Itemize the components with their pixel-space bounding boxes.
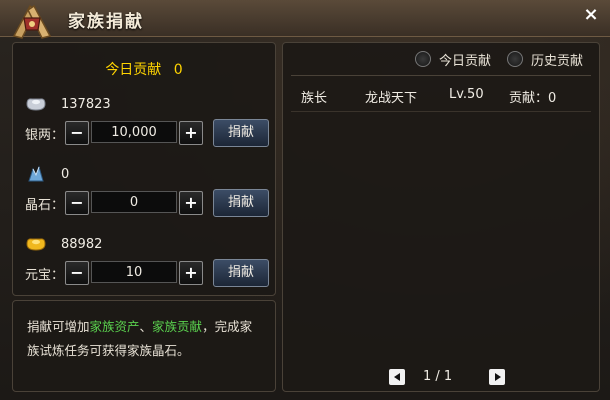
family-emblem-icon — [12, 4, 52, 39]
today-contribution: 今日贡献 0 — [13, 59, 275, 79]
tip-text: 捐献可增加家族资产、家族贡献，完成家族试炼任务可获得家族晶石。 — [27, 319, 253, 358]
crystal-minus-button[interactable]: − — [65, 191, 89, 215]
donate-panel: 今日贡献 0 137823 银两： − 10,000 + 捐献 0 晶石： − … — [12, 42, 276, 296]
member-name: 龙战天下 — [365, 91, 418, 106]
tip-highlight-contribution: 家族贡献 — [152, 319, 203, 334]
tip-panel: 捐献可增加家族资产、家族贡献，完成家族试炼任务可获得家族晶石。 — [12, 300, 276, 392]
gold-ingot-icon — [26, 238, 46, 251]
gold-donate-button[interactable]: 捐献 — [213, 259, 269, 287]
radio-today[interactable] — [415, 51, 431, 67]
resource-row-gold: 88982 元宝： − 10 + 捐献 — [13, 235, 275, 299]
row-divider — [291, 111, 591, 112]
window-title: 家族捐献 — [68, 12, 144, 32]
next-page-button[interactable] — [489, 369, 505, 385]
gold-quantity-input[interactable]: 10 — [91, 261, 177, 283]
silver-amount: 137823 — [61, 97, 111, 112]
gold-minus-button[interactable]: − — [65, 261, 89, 285]
gold-plus-button[interactable]: + — [179, 261, 203, 285]
resource-row-crystal: 0 晶石： − 0 + 捐献 — [13, 165, 275, 229]
divider — [291, 75, 591, 76]
member-level: Lv.50 — [449, 87, 484, 102]
crystal-amount: 0 — [61, 167, 70, 182]
tab-history-label: 历史贡献 — [531, 54, 584, 69]
gold-amount: 88982 — [61, 237, 103, 252]
member-role: 族长 — [301, 91, 328, 106]
tab-today-contribution[interactable]: 今日贡献 — [415, 49, 505, 69]
gold-label: 元宝： — [25, 268, 65, 283]
silver-minus-button[interactable]: − — [65, 121, 89, 145]
ranking-panel: 今日贡献 历史贡献 族长 龙战天下 Lv.50 贡献：0 1 / 1 — [282, 42, 600, 392]
crystal-donate-button[interactable]: 捐献 — [213, 189, 269, 217]
close-button[interactable]: × — [580, 4, 602, 26]
silver-quantity-input[interactable]: 10,000 — [91, 121, 177, 143]
today-contribution-value: 0 — [173, 62, 183, 78]
resource-row-silver: 137823 银两： − 10,000 + 捐献 — [13, 95, 275, 159]
table-row[interactable]: 族长 龙战天下 Lv.50 贡献：0 — [283, 87, 599, 109]
tab-history-contribution[interactable]: 历史贡献 — [507, 49, 597, 69]
page-indicator: 1 / 1 — [423, 369, 453, 384]
tip-highlight-assets: 家族资产 — [89, 319, 140, 334]
crystal-quantity-input[interactable]: 0 — [91, 191, 177, 213]
today-contribution-label: 今日贡献 — [105, 62, 162, 78]
crystal-icon — [28, 165, 44, 182]
member-contribution: 贡献：0 — [509, 91, 557, 106]
silver-ingot-icon — [26, 98, 46, 111]
silver-plus-button[interactable]: + — [179, 121, 203, 145]
radio-history[interactable] — [507, 51, 523, 67]
silver-label: 银两： — [25, 128, 65, 143]
crystal-label: 晶石： — [25, 198, 65, 213]
prev-page-button[interactable] — [389, 369, 405, 385]
crystal-plus-button[interactable]: + — [179, 191, 203, 215]
silver-donate-button[interactable]: 捐献 — [213, 119, 269, 147]
tab-today-label: 今日贡献 — [439, 54, 492, 69]
title-bar: 家族捐献 × — [0, 0, 610, 39]
